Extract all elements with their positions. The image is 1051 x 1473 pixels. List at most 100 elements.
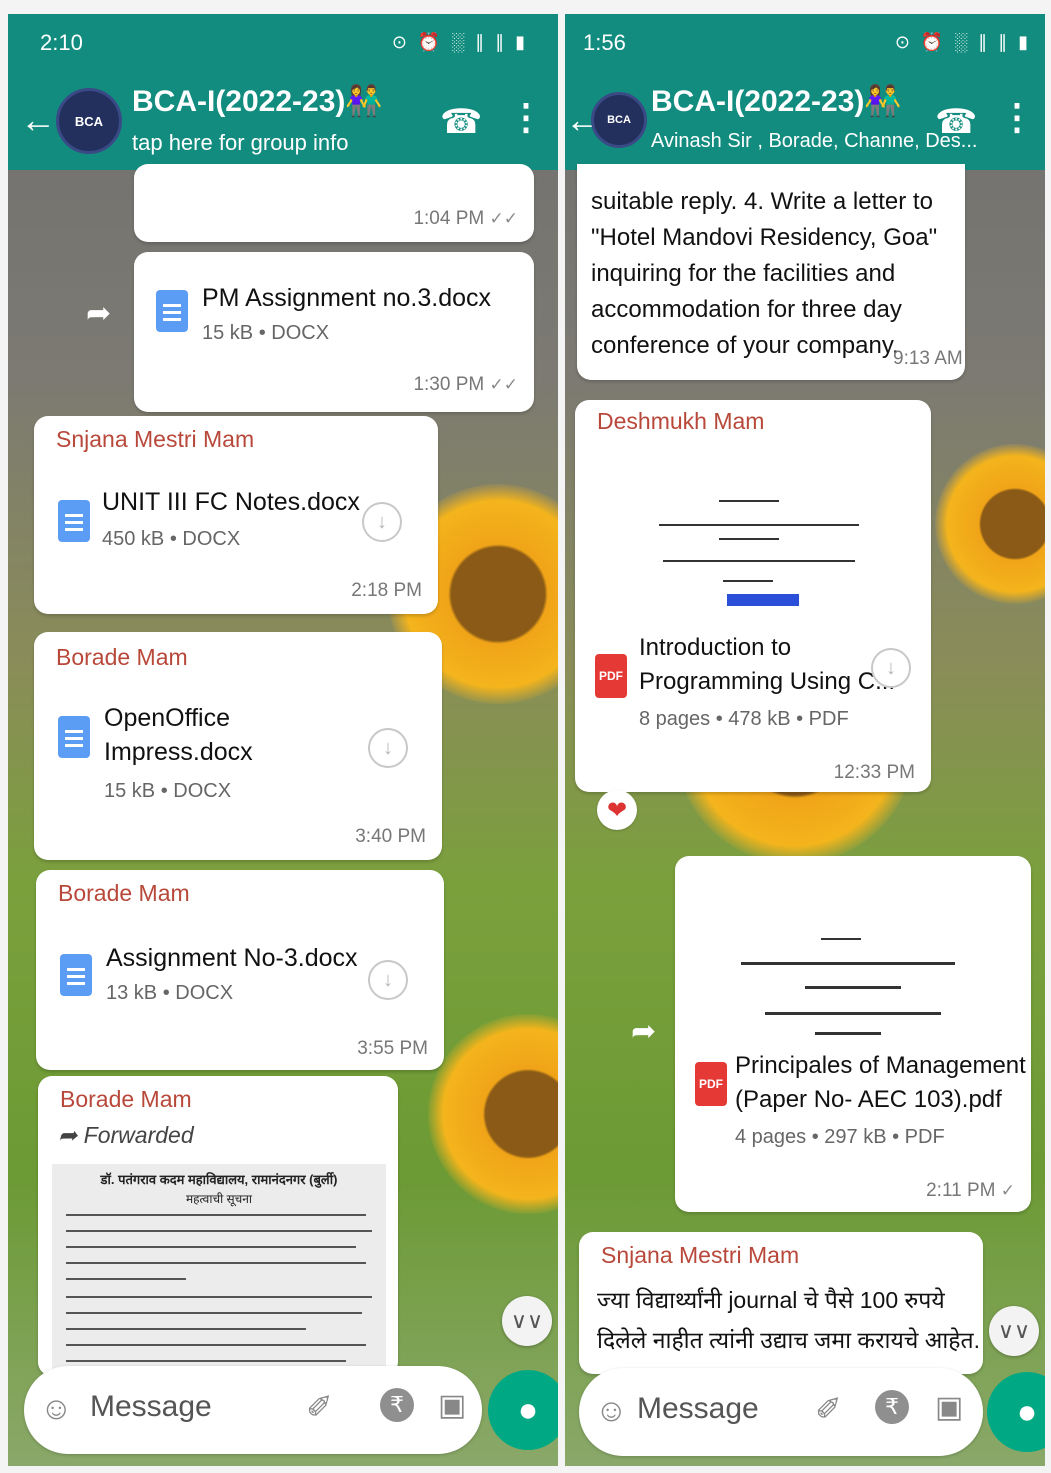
emoji-icon[interactable]: ☺ [40, 1390, 73, 1427]
text-message[interactable]: Snjana Mestri Mam ज्या विद्यार्थ्यांनी j… [579, 1232, 983, 1374]
preview-text-line [66, 1278, 186, 1280]
file-meta: 4 pages • 297 kB • PDF [735, 1126, 945, 1148]
sender-name: Deshmukh Mam [597, 408, 765, 434]
docx-file-icon [156, 290, 188, 332]
file-meta: 8 pages • 478 kB • PDF [639, 708, 849, 730]
read-ticks-icon: ✓✓ [489, 375, 519, 394]
docx-file-icon [58, 716, 90, 758]
preview-text-line [815, 1032, 881, 1035]
document-message[interactable]: Borade Mam Assignment No-3.docx 13 kB • … [36, 870, 444, 1070]
download-icon[interactable]: ↓ [368, 728, 408, 768]
scroll-down-button[interactable]: ∨∨ [502, 1296, 552, 1346]
menu-icon[interactable]: ⋮ [999, 96, 1035, 138]
attach-icon[interactable]: ✐ [815, 1390, 842, 1428]
sent-tick-icon: ✓ [1000, 1181, 1015, 1200]
file-name: Impress.docx [104, 738, 253, 766]
chat-header[interactable]: ← BCA BCA-I(2022-23)👫 tap here for group… [8, 74, 558, 170]
message-time: 1:04 PM ✓✓ [413, 208, 519, 229]
download-icon[interactable]: ↓ [871, 648, 911, 688]
flower-decoration [428, 1014, 558, 1214]
forwarded-image-message[interactable]: Borade Mam ➦ Forwarded डॉ. पतंगराव कदम म… [38, 1076, 398, 1376]
pdf-message-outgoing[interactable]: PDF Principales of Management (Paper No-… [675, 856, 1031, 1212]
message-bubble-outgoing[interactable]: 1:04 PM ✓✓ [134, 164, 534, 242]
file-name: OpenOffice [104, 704, 231, 732]
preview-text-line [765, 1012, 941, 1015]
message-time: 3:55 PM [357, 1038, 428, 1059]
message-time: 1:30 PM ✓✓ [413, 374, 519, 395]
mic-button[interactable]: ● [488, 1370, 558, 1450]
status-bar: 1:56 ⊙ ⏰ ░ ∥ ∥ ▮ [565, 14, 1045, 74]
left-chat-screen: 2:10 ⊙ ⏰ ░ ∥ ∥ ▮ ← BCA BCA-I(2022-23)👫 t… [8, 14, 558, 1466]
camera-icon[interactable]: ▣ [935, 1390, 963, 1425]
preview-text-line [663, 560, 855, 562]
document-message[interactable]: Borade Mam OpenOffice Impress.docx 15 kB… [34, 632, 442, 860]
preview-text-line [66, 1246, 356, 1248]
image-preview[interactable]: डॉ. पतंगराव कदम महाविद्यालय, रामानंदनगर … [52, 1164, 386, 1374]
file-name: Introduction to [639, 634, 792, 661]
system-icons: ⊙ ⏰ ░ ∥ ∥ ▮ [894, 32, 1031, 52]
preview-text-line [66, 1312, 362, 1314]
sender-name: Borade Mam [56, 644, 188, 670]
group-title[interactable]: BCA-I(2022-23)👫 [651, 84, 902, 119]
download-icon[interactable]: ↓ [362, 502, 402, 542]
scroll-down-button[interactable]: ∨∨ [989, 1306, 1039, 1356]
file-name: (Paper No- AEC 103).pdf [735, 1086, 1002, 1113]
group-subtitle[interactable]: Avinash Sir , Borade, Channe, Des... [651, 130, 977, 153]
chat-header[interactable]: ← BCA BCA-I(2022-23)👫 Avinash Sir , Bora… [565, 74, 1045, 170]
emoji-icon[interactable]: ☺ [595, 1392, 628, 1429]
text-message[interactable]: suitable reply. 4. Write a letter to "Ho… [577, 164, 965, 380]
preview-text-line [66, 1230, 372, 1232]
message-input[interactable]: Message [637, 1392, 759, 1426]
pdf-message[interactable]: Deshmukh Mam PDF Introduction to Program… [575, 400, 931, 792]
forward-icon[interactable]: ➦ [631, 1014, 656, 1049]
group-avatar[interactable]: BCA [591, 92, 647, 148]
message-input-bar[interactable]: ☺ Message ✐ ₹ ▣ [24, 1366, 482, 1454]
message-time: 2:18 PM [351, 580, 422, 601]
message-text: suitable reply. 4. Write a letter to "Ho… [591, 188, 938, 359]
system-icons: ⊙ ⏰ ░ ∥ ∥ ▮ [391, 32, 528, 52]
pdf-file-icon: PDF [695, 1062, 727, 1106]
group-avatar[interactable]: BCA [56, 88, 122, 154]
file-name: Principales of Management [735, 1052, 1026, 1079]
add-call-icon[interactable]: ☎ [440, 102, 482, 142]
pdf-preview[interactable] [589, 448, 917, 608]
file-meta: 15 kB • DOCX [104, 780, 232, 802]
preview-text-line [741, 962, 955, 965]
document-message[interactable]: Snjana Mestri Mam UNIT III FC Notes.docx… [34, 416, 438, 614]
sender-name: Snjana Mestri Mam [601, 1242, 800, 1268]
document-message[interactable]: PM Assignment no.3.docx 15 kB • DOCX 1:3… [134, 252, 534, 412]
read-ticks-icon: ✓✓ [489, 209, 519, 228]
preview-text-line [659, 524, 859, 526]
group-subtitle[interactable]: tap here for group info [132, 130, 348, 156]
forwarded-label: ➦ Forwarded [58, 1122, 194, 1148]
sender-name: Borade Mam [60, 1086, 192, 1112]
preview-title: डॉ. पतंगराव कदम महाविद्यालय, रामानंदनगर … [100, 1172, 338, 1187]
preview-text-line [723, 580, 773, 582]
docx-file-icon [58, 500, 90, 542]
preview-text-line [719, 538, 779, 540]
mic-button[interactable]: ● [987, 1372, 1045, 1452]
add-call-icon[interactable]: ☎ [935, 102, 977, 142]
preview-text-line [66, 1328, 306, 1330]
message-input[interactable]: Message [90, 1390, 212, 1424]
file-meta: 13 kB • DOCX [106, 982, 234, 1004]
file-name: PM Assignment no.3.docx [202, 284, 492, 312]
menu-icon[interactable]: ⋮ [508, 96, 544, 138]
file-name: Programming Using C... [639, 668, 896, 695]
message-input-bar[interactable]: ☺ Message ✐ ₹ ▣ [579, 1368, 983, 1456]
group-title[interactable]: BCA-I(2022-23)👫 [132, 84, 383, 119]
sender-name: Snjana Mestri Mam [56, 426, 255, 452]
pdf-preview[interactable] [685, 868, 1021, 1042]
payment-icon[interactable]: ₹ [875, 1390, 909, 1424]
download-icon[interactable]: ↓ [368, 960, 408, 1000]
heart-reaction-icon[interactable]: ❤ [597, 790, 637, 830]
status-time: 1:56 [583, 30, 626, 55]
attach-icon[interactable]: ✐ [306, 1388, 333, 1426]
file-meta: 15 kB • DOCX [202, 322, 330, 344]
back-arrow-icon[interactable]: ← [20, 102, 56, 138]
message-time: 2:11 PM ✓ [926, 1180, 1015, 1201]
camera-icon[interactable]: ▣ [438, 1388, 466, 1423]
payment-icon[interactable]: ₹ [380, 1388, 414, 1422]
forward-icon[interactable]: ➦ [86, 296, 111, 331]
status-time: 2:10 [40, 30, 83, 55]
